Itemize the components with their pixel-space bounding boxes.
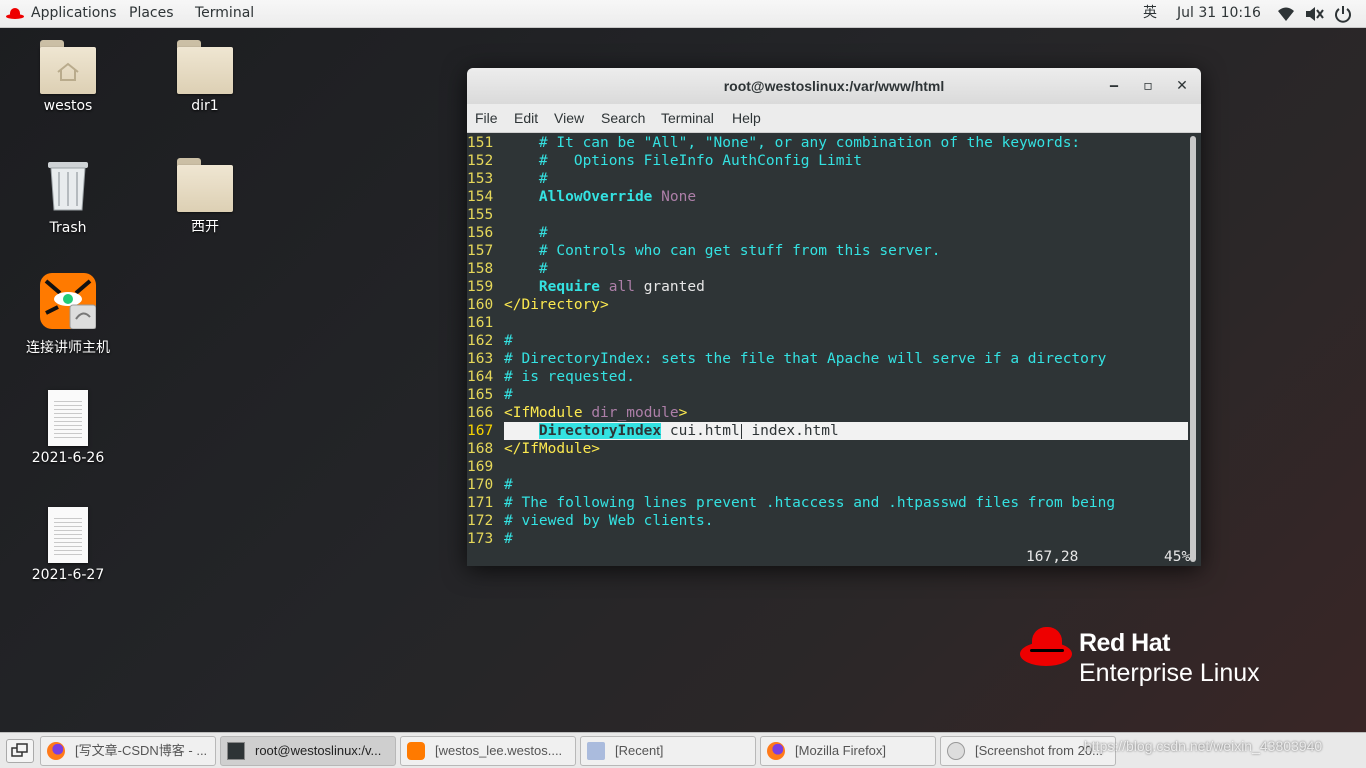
- taskbar-item-csdn[interactable]: [写文章-CSDN博客 - ...: [40, 736, 216, 766]
- editor-line: 169: [467, 459, 494, 475]
- editor-line: 166 <IfModule dir_module>: [467, 405, 688, 421]
- brand-product: Enterprise Linux: [1079, 659, 1260, 687]
- menu-search[interactable]: Search: [601, 104, 645, 132]
- editor-line: 170 #: [467, 477, 513, 493]
- desktop-icon-westos[interactable]: westos: [13, 40, 123, 114]
- folder-icon: [177, 40, 233, 94]
- desktop-icon-label: 2021-6-27: [31, 567, 105, 583]
- screenshot-icon: [947, 742, 965, 760]
- desktop-icon-label: westos: [43, 98, 93, 114]
- trash-icon: [48, 162, 88, 211]
- terminal-app-menu[interactable]: Terminal: [195, 0, 254, 27]
- document-icon: [48, 507, 88, 563]
- top-bar: Applications Places Terminal 英 Jul 31 10…: [0, 0, 1366, 28]
- terminal-window[interactable]: root@westoslinux:/var/www/html ‒ ▫ ✕ Fil…: [467, 68, 1201, 566]
- remote-viewer-icon: [40, 273, 97, 330]
- home-folder-icon: [40, 40, 96, 94]
- firefox-icon: [767, 742, 785, 760]
- desktop-icon-label: dir1: [191, 98, 219, 114]
- menu-file[interactable]: File: [475, 104, 498, 132]
- editor-line: 173 #: [467, 531, 513, 547]
- show-desktop-button[interactable]: [6, 739, 34, 763]
- desktop-icon-label: 连接讲师主机: [26, 340, 110, 356]
- editor-line: 158 #: [467, 261, 548, 277]
- editor-line: 159 Require all granted: [467, 279, 705, 295]
- taskbar-item-recent[interactable]: [Recent]: [580, 736, 756, 766]
- editor-line: 157 # Controls who can get stuff from th…: [467, 243, 941, 259]
- editor-line: 160 </Directory>: [467, 297, 609, 313]
- editor-line: 172 # viewed by Web clients.: [467, 513, 714, 529]
- cursor-position: 167,28: [1026, 549, 1079, 565]
- document-icon: [48, 390, 88, 446]
- redhat-icon: [6, 7, 24, 20]
- editor-lines: 151 # It can be "All", "None", or any co…: [467, 134, 1189, 548]
- desktop-icon-trash[interactable]: Trash: [13, 158, 123, 236]
- volume-icon[interactable]: [1305, 5, 1325, 23]
- editor-line: 168 </IfModule>: [467, 441, 601, 457]
- applications-label: Applications: [31, 5, 117, 21]
- taskbar-item-terminal[interactable]: root@westoslinux:/v...: [220, 736, 396, 766]
- applications-menu[interactable]: Applications: [6, 0, 117, 27]
- editor-line: 162 #: [467, 333, 513, 349]
- input-method-indicator[interactable]: 英: [1143, 0, 1157, 27]
- desktop-icon-remote-viewer[interactable]: 连接讲师主机: [13, 273, 123, 357]
- menu-edit[interactable]: Edit: [514, 104, 538, 132]
- desktop-icon-xikai[interactable]: 西开: [150, 158, 260, 236]
- desktop-icon-doc-0627[interactable]: 2021-6-27: [13, 507, 123, 583]
- editor-line: 161: [467, 315, 494, 331]
- editor-line: 155: [467, 207, 494, 223]
- desktop-icon-label: 2021-6-26: [31, 450, 105, 466]
- editor-line: 164 # is requested.: [467, 369, 635, 385]
- editor-line: 163 # DirectoryIndex: sets the file that …: [467, 351, 1107, 367]
- redhat-hat-icon: [1020, 627, 1072, 667]
- editor-line: 152 # Options FileInfo AuthConfig Limit: [467, 153, 862, 169]
- editor-current-line: 167 DirectoryIndex cui.html index.html: [467, 422, 1188, 440]
- editor-line: 153 #: [467, 171, 548, 187]
- menu-terminal[interactable]: Terminal: [661, 104, 714, 132]
- power-icon[interactable]: [1334, 5, 1352, 23]
- taskbar-item-remote-viewer[interactable]: [westos_lee.westos....: [400, 736, 576, 766]
- terminal-icon: [227, 742, 245, 760]
- maximize-button[interactable]: ▫: [1139, 77, 1157, 95]
- desktop-icon-dir1[interactable]: dir1: [150, 40, 260, 114]
- editor-line: 171 # The following lines prevent .htacce…: [467, 495, 1116, 511]
- editor-line: 165 #: [467, 387, 513, 403]
- terminal-content[interactable]: 151 # It can be "All", "None", or any co…: [467, 134, 1201, 566]
- text-cursor: [740, 423, 742, 439]
- desktop-icon-label: 西开: [191, 219, 219, 235]
- desktop-icon-doc-0626[interactable]: 2021-6-26: [13, 390, 123, 466]
- close-button[interactable]: ✕: [1173, 77, 1191, 95]
- wifi-icon[interactable]: [1277, 5, 1295, 23]
- folder-icon: [177, 158, 233, 212]
- editor-line: 154 AllowOverride None: [467, 189, 697, 205]
- menu-view[interactable]: View: [554, 104, 584, 132]
- brand-name: Red Hat: [1079, 629, 1170, 657]
- desktop-icon-label: Trash: [49, 220, 87, 236]
- editor-line: 156 #: [467, 225, 548, 241]
- window-title[interactable]: root@westoslinux:/var/www/html: [467, 68, 1201, 104]
- scroll-percent: 45%: [1164, 549, 1191, 565]
- window-menubar: File Edit View Search Terminal Help: [467, 104, 1201, 133]
- show-desktop-icon: [11, 743, 28, 757]
- scrollbar[interactable]: [1190, 136, 1196, 562]
- watermark: https://blog.csdn.net/weixin_43803940: [1084, 738, 1323, 754]
- editor-line: 151 # It can be "All", "None", or any co…: [467, 135, 1081, 151]
- files-icon: [587, 742, 605, 760]
- clock[interactable]: Jul 31 10:16: [1177, 0, 1261, 27]
- remote-viewer-icon: [407, 742, 425, 760]
- firefox-icon: [47, 742, 65, 760]
- places-menu[interactable]: Places: [129, 0, 174, 27]
- menu-help[interactable]: Help: [732, 104, 761, 132]
- redhat-logo: Red Hat Enterprise Linux: [1020, 625, 1290, 695]
- minimize-button[interactable]: ‒: [1105, 77, 1123, 95]
- taskbar-item-firefox[interactable]: [Mozilla Firefox]: [760, 736, 936, 766]
